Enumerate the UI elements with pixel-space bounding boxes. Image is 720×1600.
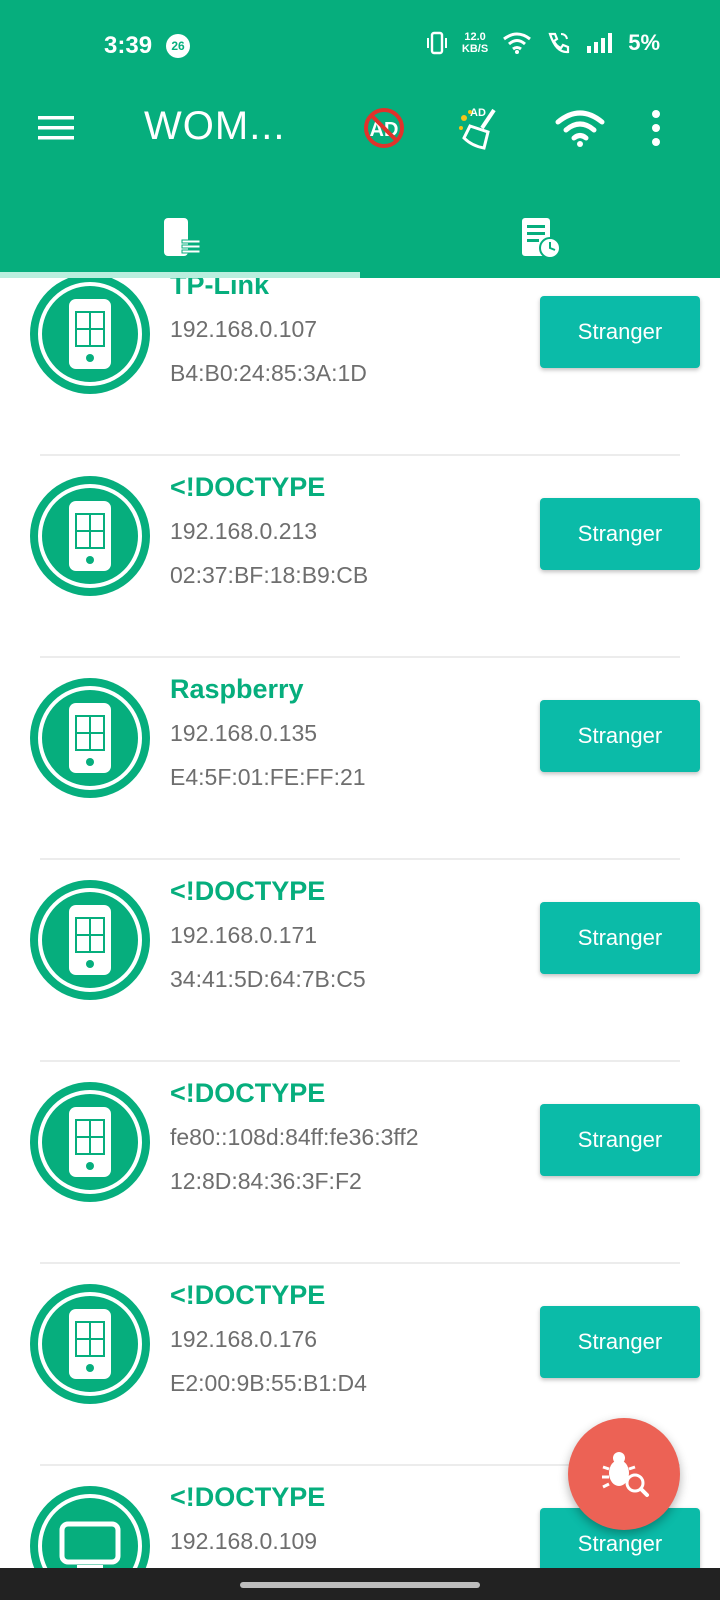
device-avatar xyxy=(30,476,150,596)
device-name: <!DOCTYPE xyxy=(170,1078,326,1108)
stranger-button[interactable]: Stranger xyxy=(540,902,700,974)
tv-icon xyxy=(38,1494,142,1568)
device-avatar xyxy=(30,880,150,1000)
history-log-icon xyxy=(522,218,561,259)
device-name: <!DOCTYPE xyxy=(170,1482,326,1512)
device-mac: B4:B0:24:85:3A:1D xyxy=(170,360,367,386)
phone-icon xyxy=(38,484,142,588)
device-avatar xyxy=(30,1486,150,1568)
device-ip: 192.168.0.213 xyxy=(170,518,318,544)
wifi-call-icon xyxy=(548,32,570,54)
wifi-status-icon xyxy=(503,32,532,54)
app-title: WOM... xyxy=(144,104,286,148)
app-bar: 3:39 26 12.0 KB/S 5% WOM... AD xyxy=(0,0,720,278)
device-row[interactable]: <!DOCTYPEfe80::108d:84ff:fe36:3ff212:8D:… xyxy=(0,1062,720,1264)
vibrate-icon xyxy=(426,31,447,55)
menu-icon[interactable] xyxy=(30,102,82,154)
tab-devices[interactable] xyxy=(0,198,360,278)
status-time: 3:39 xyxy=(104,32,153,59)
device-avatar xyxy=(30,678,150,798)
tab-history[interactable] xyxy=(360,198,720,278)
device-ip: 192.168.0.135 xyxy=(170,720,318,746)
phone-icon xyxy=(38,888,142,992)
device-avatar xyxy=(30,278,150,394)
device-mac: 12:8D:84:36:3F:F2 xyxy=(170,1168,362,1194)
net-speed-value: 12.0 xyxy=(464,31,486,43)
stranger-button[interactable]: Stranger xyxy=(540,498,700,570)
phone-icon xyxy=(38,282,142,386)
more-options-icon[interactable] xyxy=(640,102,672,154)
device-name: TP-Link xyxy=(170,278,269,300)
device-row[interactable]: <!DOCTYPE 192.168.0.213 02:37:BF:18:B9:CB S… xyxy=(0,456,720,658)
wifi-icon[interactable] xyxy=(554,102,606,154)
device-mac: E4:5F:01:FE:FF:21 xyxy=(170,764,366,790)
device-ip: 192.168.0.109 xyxy=(170,1528,318,1554)
device-row[interactable]: <!DOCTYPE 192.168.0.171 34:41:5D:64:7B:C5 S… xyxy=(0,860,720,1062)
device-avatar xyxy=(30,1284,150,1404)
battery-level: 5% xyxy=(628,30,660,55)
tab-bar xyxy=(0,198,720,278)
net-speed: 12.0 KB/S xyxy=(462,31,488,55)
ad-cleaner-icon[interactable]: AD xyxy=(454,102,506,154)
home-gesture-handle[interactable] xyxy=(240,1582,480,1588)
phone-icon xyxy=(38,1292,142,1396)
device-row[interactable]: TP-Link 192.168.0.107 B4:B0:24:85:3A:1D Str… xyxy=(0,278,720,456)
notification-badge: 26 xyxy=(166,34,190,58)
device-avatar xyxy=(30,1082,150,1202)
device-ip: 192.168.0.107 xyxy=(170,316,318,342)
device-mac: E2:00:9B:55:B1:D4 xyxy=(170,1370,367,1396)
signal-icon xyxy=(587,33,613,53)
stranger-button[interactable]: Stranger xyxy=(540,700,700,772)
phone-icon xyxy=(38,686,142,790)
device-name: <!DOCTYPE xyxy=(170,472,326,502)
stranger-button[interactable]: Stranger xyxy=(540,296,700,368)
phone-icon xyxy=(38,1090,142,1194)
device-name: <!DOCTYPE xyxy=(170,876,326,906)
stranger-button[interactable]: Stranger xyxy=(540,1306,700,1378)
device-name: <!DOCTYPE xyxy=(170,1280,326,1310)
device-ip: 192.168.0.171 xyxy=(170,922,318,948)
device-list[interactable]: TP-Link 192.168.0.107 B4:B0:24:85:3A:1D Str… xyxy=(0,278,720,1568)
device-mac: 02:37:BF:18:B9:CB xyxy=(170,562,369,588)
device-ip: fe80::108d:84ff:fe36:3ff2 xyxy=(170,1124,419,1150)
system-nav-bar xyxy=(0,1568,720,1600)
bug-search-icon xyxy=(602,1452,649,1497)
svg-text:AD: AD xyxy=(470,107,486,119)
status-icons: 12.0 KB/S 5% xyxy=(426,30,660,56)
no-ads-icon[interactable]: AD xyxy=(358,102,410,154)
toolbar: WOM... AD AD xyxy=(0,96,720,160)
device-list-icon xyxy=(164,218,201,256)
device-mac: 34:41:5D:64:7B:C5 xyxy=(170,966,366,992)
stranger-button[interactable]: Stranger xyxy=(540,1104,700,1176)
device-ip: 192.168.0.176 xyxy=(170,1326,318,1352)
status-bar: 3:39 26 12.0 KB/S 5% xyxy=(0,24,720,68)
scan-bug-button[interactable] xyxy=(568,1418,680,1530)
device-name: Raspberry xyxy=(170,674,304,704)
device-row[interactable]: Raspberry 192.168.0.135 E4:5F:01:FE:FF:21 S… xyxy=(0,658,720,860)
net-speed-unit: KB/S xyxy=(461,43,489,55)
